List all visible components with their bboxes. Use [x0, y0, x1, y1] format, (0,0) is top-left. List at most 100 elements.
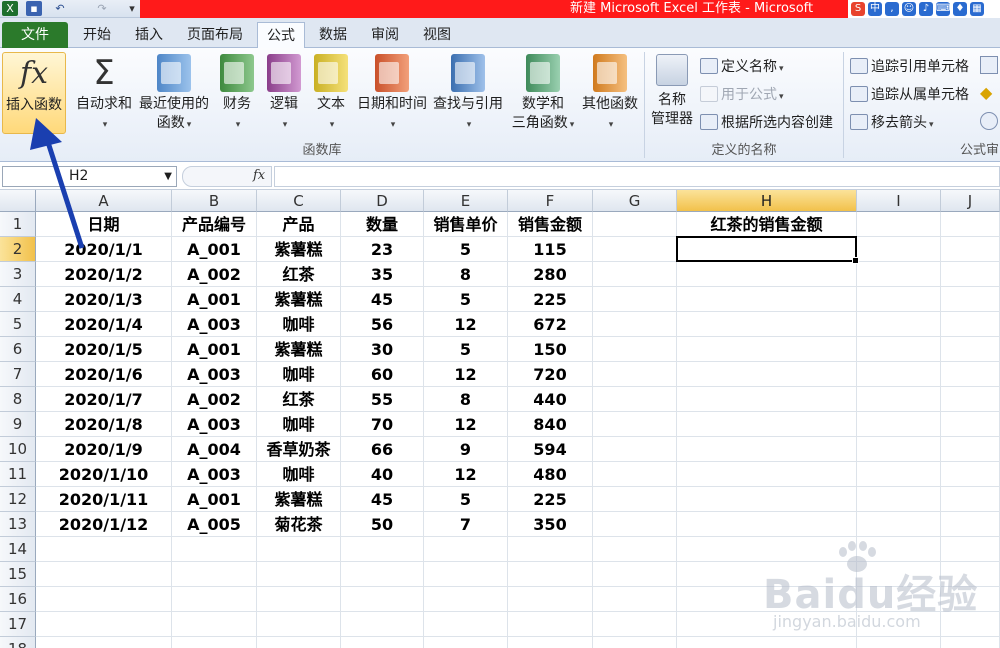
- insert-function-button[interactable]: fx 插入函数: [2, 52, 66, 134]
- cell-j13[interactable]: [941, 512, 1000, 537]
- cell-f3[interactable]: 280: [508, 262, 593, 287]
- cell-c2[interactable]: 紫薯糕: [257, 237, 341, 262]
- tab-home[interactable]: 开始: [74, 22, 120, 48]
- cell-e10[interactable]: 9: [424, 437, 508, 462]
- row-header-2[interactable]: 2: [0, 237, 36, 262]
- cell-e4[interactable]: 5: [424, 287, 508, 312]
- cell-c13[interactable]: 菊花茶: [257, 512, 341, 537]
- logical-button[interactable]: 逻辑 ▾: [262, 52, 306, 135]
- cell-d16[interactable]: [341, 587, 424, 612]
- cell-f8[interactable]: 440: [508, 387, 593, 412]
- row-header-14[interactable]: 14: [0, 537, 36, 562]
- column-header-e[interactable]: E: [424, 190, 508, 212]
- cell-c14[interactable]: [257, 537, 341, 562]
- cell-f14[interactable]: [508, 537, 593, 562]
- cell-j2[interactable]: [941, 237, 1000, 262]
- column-header-d[interactable]: D: [341, 190, 424, 212]
- tab-insert[interactable]: 插入: [126, 22, 172, 48]
- row-header-16[interactable]: 16: [0, 587, 36, 612]
- cell-d8[interactable]: 55: [341, 387, 424, 412]
- cell-e12[interactable]: 5: [424, 487, 508, 512]
- cell-c3[interactable]: 红茶: [257, 262, 341, 287]
- cell-a14[interactable]: [36, 537, 172, 562]
- more-functions-button[interactable]: 其他函数 ▾: [580, 52, 640, 135]
- remove-arrows-button[interactable]: 移去箭头 ▾: [850, 112, 934, 134]
- cell-f13[interactable]: 350: [508, 512, 593, 537]
- cell-d4[interactable]: 45: [341, 287, 424, 312]
- cell-e8[interactable]: 8: [424, 387, 508, 412]
- row-header-11[interactable]: 11: [0, 462, 36, 487]
- evaluate-formula-icon[interactable]: [980, 112, 998, 130]
- cell-d5[interactable]: 56: [341, 312, 424, 337]
- cell-g4[interactable]: [593, 287, 677, 312]
- cell-e6[interactable]: 5: [424, 337, 508, 362]
- emoji-icon[interactable]: ☺: [902, 2, 916, 16]
- cell-h1[interactable]: 红茶的销售金额: [677, 212, 857, 237]
- cell-j10[interactable]: [941, 437, 1000, 462]
- cell-j3[interactable]: [941, 262, 1000, 287]
- cell-f10[interactable]: 594: [508, 437, 593, 462]
- row-header-3[interactable]: 3: [0, 262, 36, 287]
- cell-b16[interactable]: [172, 587, 257, 612]
- trace-dependents-button[interactable]: 追踪从属单元格: [850, 84, 969, 106]
- tab-formulas[interactable]: 公式: [257, 22, 305, 49]
- cell-b1[interactable]: 产品编号: [172, 212, 257, 237]
- cell-h3[interactable]: [677, 262, 857, 287]
- formula-input[interactable]: [274, 166, 1000, 187]
- row-header-10[interactable]: 10: [0, 437, 36, 462]
- cell-e18[interactable]: [424, 637, 508, 648]
- cell-a9[interactable]: 2020/1/8: [36, 412, 172, 437]
- cell-b15[interactable]: [172, 562, 257, 587]
- cell-f16[interactable]: [508, 587, 593, 612]
- cell-g18[interactable]: [593, 637, 677, 648]
- chevron-down-icon[interactable]: ▼: [164, 167, 172, 186]
- cell-e1[interactable]: 销售单价: [424, 212, 508, 237]
- cell-e17[interactable]: [424, 612, 508, 637]
- create-from-selection-button[interactable]: 根据所选内容创建: [700, 112, 833, 134]
- cell-e11[interactable]: 12: [424, 462, 508, 487]
- cell-j6[interactable]: [941, 337, 1000, 362]
- column-header-f[interactable]: F: [508, 190, 593, 212]
- row-header-6[interactable]: 6: [0, 337, 36, 362]
- cell-g14[interactable]: [593, 537, 677, 562]
- cell-h5[interactable]: [677, 312, 857, 337]
- tab-page-layout[interactable]: 页面布局: [178, 22, 252, 48]
- cell-e15[interactable]: [424, 562, 508, 587]
- cell-i2[interactable]: [857, 237, 941, 262]
- tab-view[interactable]: 视图: [414, 22, 460, 48]
- shirt-icon[interactable]: ♦: [953, 2, 967, 16]
- show-formulas-icon[interactable]: [980, 56, 998, 74]
- cell-i4[interactable]: [857, 287, 941, 312]
- cell-h6[interactable]: [677, 337, 857, 362]
- row-header-8[interactable]: 8: [0, 387, 36, 412]
- cell-d3[interactable]: 35: [341, 262, 424, 287]
- cell-e16[interactable]: [424, 587, 508, 612]
- cell-e2[interactable]: 5: [424, 237, 508, 262]
- cell-c17[interactable]: [257, 612, 341, 637]
- cell-h9[interactable]: [677, 412, 857, 437]
- grid-icon[interactable]: ▦: [970, 2, 984, 16]
- cell-f15[interactable]: [508, 562, 593, 587]
- cell-j9[interactable]: [941, 412, 1000, 437]
- cell-g5[interactable]: [593, 312, 677, 337]
- column-header-a[interactable]: A: [36, 190, 172, 212]
- cell-b6[interactable]: A_001: [172, 337, 257, 362]
- error-checking-icon[interactable]: ◆: [980, 84, 998, 102]
- cell-g11[interactable]: [593, 462, 677, 487]
- cell-d13[interactable]: 50: [341, 512, 424, 537]
- cell-d10[interactable]: 66: [341, 437, 424, 462]
- cell-c4[interactable]: 紫薯糕: [257, 287, 341, 312]
- cell-d9[interactable]: 70: [341, 412, 424, 437]
- cell-e3[interactable]: 8: [424, 262, 508, 287]
- cell-a17[interactable]: [36, 612, 172, 637]
- tab-data[interactable]: 数据: [310, 22, 356, 48]
- cell-f11[interactable]: 480: [508, 462, 593, 487]
- cell-b7[interactable]: A_003: [172, 362, 257, 387]
- sogou-icon[interactable]: S: [851, 2, 865, 16]
- cell-f18[interactable]: [508, 637, 593, 648]
- cell-b17[interactable]: [172, 612, 257, 637]
- cell-e13[interactable]: 7: [424, 512, 508, 537]
- punctuation-icon[interactable]: ,: [885, 2, 899, 16]
- cell-a7[interactable]: 2020/1/6: [36, 362, 172, 387]
- cell-a12[interactable]: 2020/1/11: [36, 487, 172, 512]
